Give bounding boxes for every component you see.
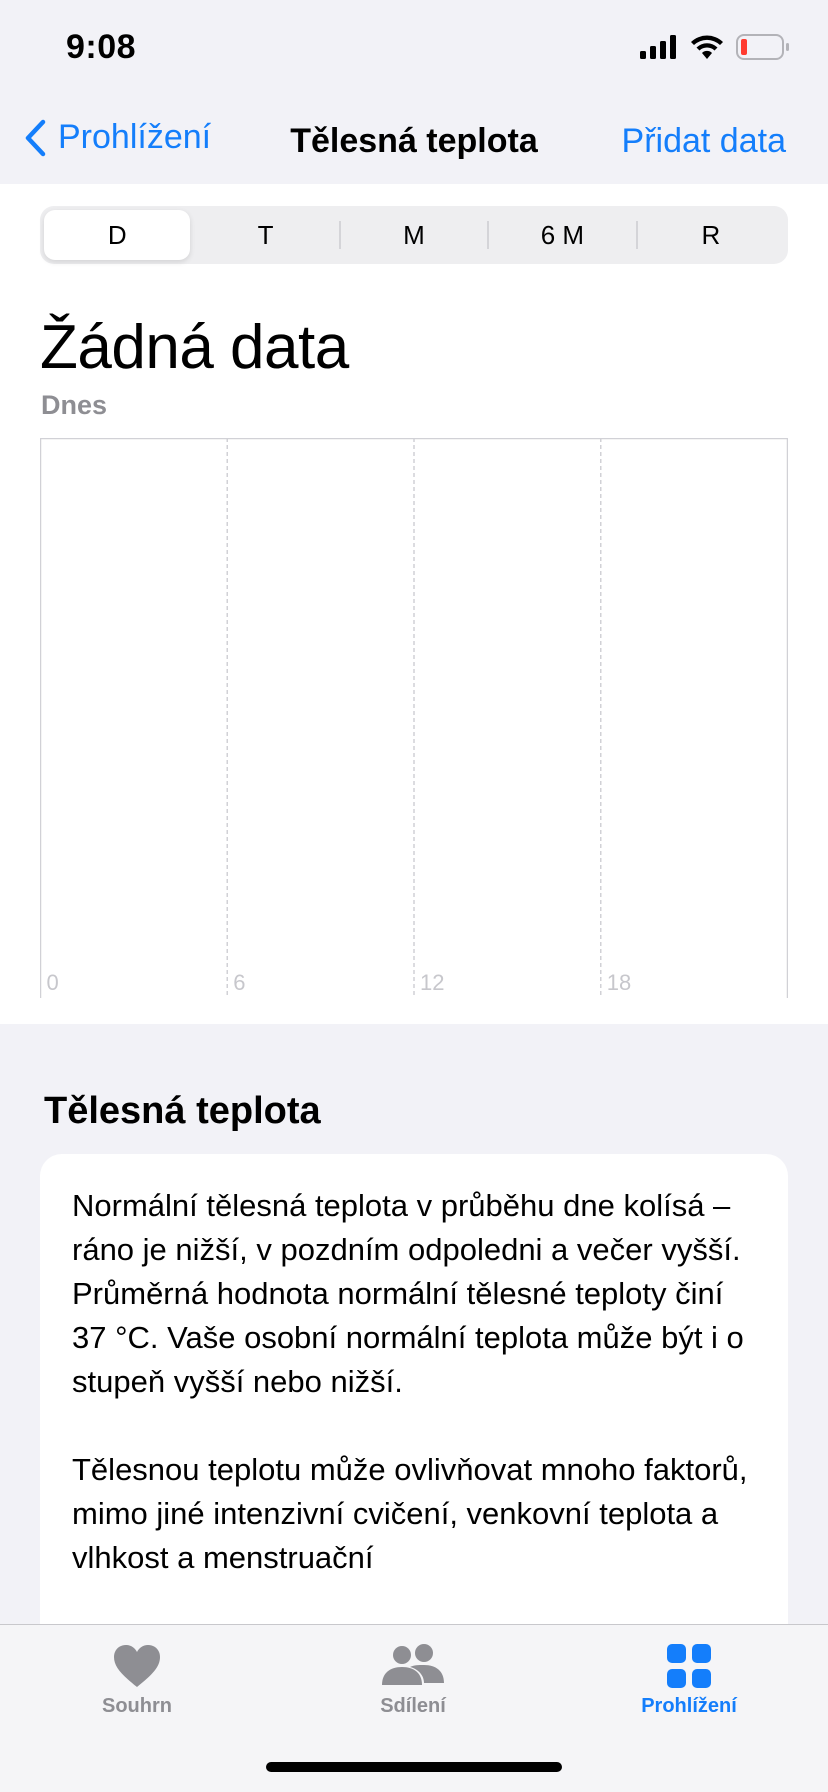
info-section-title: Tělesná teplota (44, 1090, 321, 1132)
grid-icon (667, 1644, 711, 1688)
tab-sharing[interactable]: Sdílení (323, 1643, 503, 1718)
segment-year[interactable]: R (638, 210, 784, 260)
x-tick-label: 18 (606, 970, 632, 995)
people-icon (382, 1644, 444, 1685)
summary-period: Dnes (41, 390, 108, 420)
period-segmented-control: D T M 6 M R (40, 206, 788, 264)
tab-sharing-label: Sdílení (380, 1695, 446, 1717)
battery-low-icon (736, 34, 789, 60)
heart-icon (114, 1645, 160, 1687)
tab-browse[interactable]: Prohlížení (599, 1643, 779, 1718)
chevron-left-icon (25, 119, 46, 156)
segment-six-months[interactable]: 6 M (489, 210, 635, 260)
back-button[interactable]: Prohlížení (24, 118, 211, 157)
segment-week[interactable]: T (192, 210, 338, 260)
info-paragraph: Normální tělesná teplota v průběhu dne k… (72, 1188, 744, 1399)
nav-title: Tělesná teplota (290, 122, 538, 160)
status-icons (640, 34, 790, 60)
home-indicator (266, 1762, 562, 1772)
segment-day[interactable]: D (44, 210, 191, 260)
navigation-bar: Prohlížení Tělesná teplota Přidat data (0, 100, 828, 184)
tab-summary-label: Souhrn (102, 1695, 172, 1717)
back-button-label: Prohlížení (58, 118, 212, 156)
info-paragraph: Tělesnou teplotu může ovlivňovat mnoho f… (72, 1452, 748, 1575)
segment-month[interactable]: M (341, 210, 487, 260)
tab-summary[interactable]: Souhrn (47, 1643, 227, 1718)
x-tick-label: 12 (420, 970, 445, 995)
chart-canvas (40, 438, 788, 998)
summary-value: Žádná data (40, 313, 349, 382)
tab-browse-label: Prohlížení (641, 1695, 737, 1717)
temperature-chart[interactable]: 0 6 12 18 (40, 438, 788, 998)
status-bar: 9:08 (0, 0, 828, 100)
cellular-signal-icon (640, 35, 676, 59)
wifi-icon (691, 35, 723, 59)
x-tick-label: 6 (233, 970, 246, 995)
add-data-button[interactable]: Přidat data (622, 122, 786, 161)
status-time: 9:08 (66, 28, 137, 66)
x-tick-label: 0 (46, 970, 59, 995)
chart-panel: D T M 6 M R Žádná data Dnes 0 6 12 18 (0, 184, 828, 1024)
